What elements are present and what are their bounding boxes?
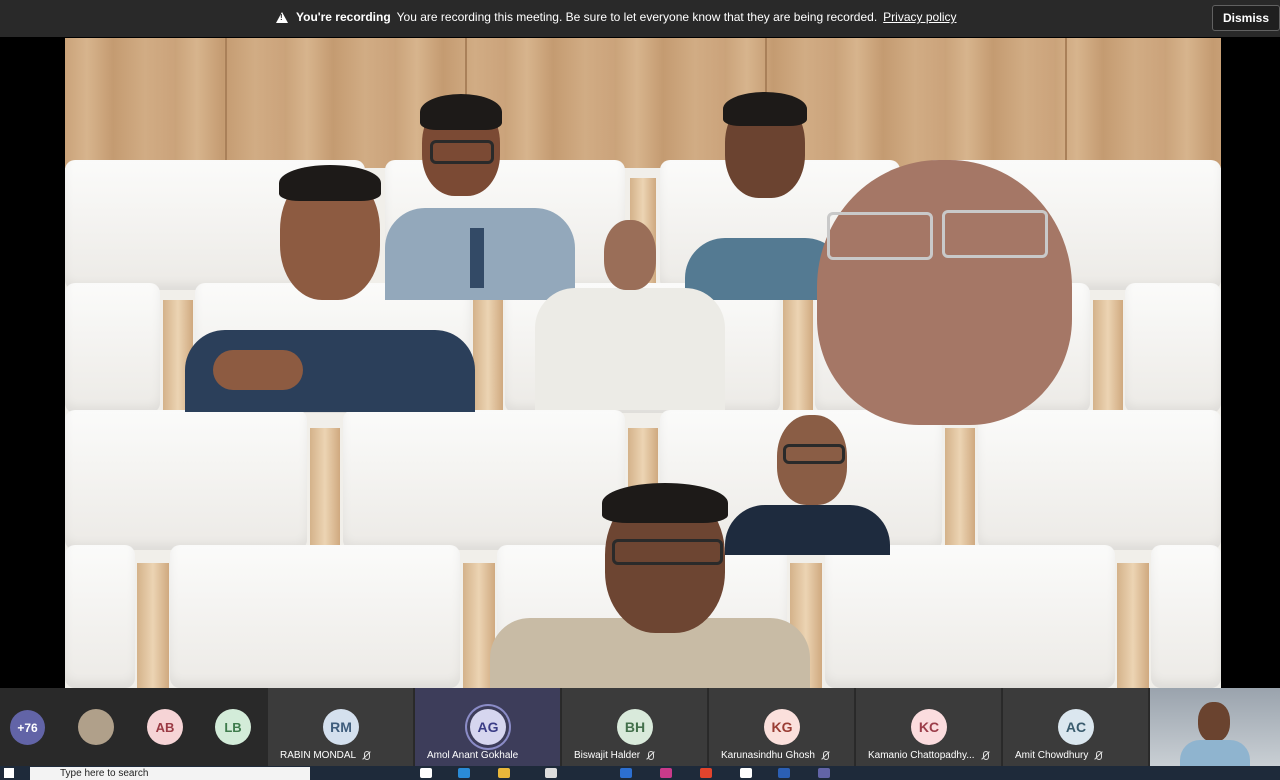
participant-name-row: Biswajit Halder <box>574 750 655 761</box>
folder-icon[interactable] <box>498 768 510 778</box>
wall-seam <box>1065 38 1067 168</box>
glasses <box>783 444 845 464</box>
store-icon[interactable] <box>545 768 557 778</box>
participant-name: Karunasindhu Ghosh <box>721 750 815 761</box>
mic-off-icon <box>362 750 371 761</box>
participant-name-row: Amit Chowdhury <box>1015 750 1103 761</box>
wood-wall <box>65 38 1221 168</box>
dismiss-button[interactable]: Dismiss <box>1212 5 1280 31</box>
participant-tile[interactable]: KC Kamanio Chattopadhy... <box>856 688 1002 766</box>
armrest <box>1117 563 1149 688</box>
participant-tile[interactable]: AC Amit Chowdhury <box>1003 688 1149 766</box>
participant-video <box>490 483 810 688</box>
dropbox-icon[interactable] <box>740 768 752 778</box>
app-icon[interactable] <box>420 768 432 778</box>
participant-body <box>535 288 725 410</box>
glasses <box>827 212 933 260</box>
participant-tile[interactable]: KG Karunasindhu Ghosh <box>709 688 855 766</box>
taskbar-search-input[interactable]: Type here to search <box>30 767 310 780</box>
recording-banner: You're recording You are recording this … <box>0 0 1280 37</box>
participant-avatar: KG <box>764 709 800 745</box>
glasses <box>942 210 1048 258</box>
seat <box>978 410 1221 550</box>
participant-face <box>604 220 656 290</box>
mic-off-icon <box>646 750 655 761</box>
edge-icon[interactable] <box>458 768 470 778</box>
participant-avatar: RM <box>323 709 359 745</box>
armrest <box>945 428 975 548</box>
participant-name-row: Kamanio Chattopadhy... <box>868 750 989 761</box>
teams-icon[interactable] <box>818 768 830 778</box>
seat <box>170 545 460 688</box>
warning-icon <box>276 11 288 23</box>
participant-avatar: KC <box>911 709 947 745</box>
self-video-preview[interactable] <box>1150 688 1280 766</box>
self-body <box>1180 740 1250 766</box>
participant-avatar: BH <box>617 709 653 745</box>
mic-off-icon <box>1094 750 1103 761</box>
recording-text: You are recording this meeting. Be sure … <box>396 10 878 24</box>
participants-bar: +76 AB LB RM RABIN MONDAL AG Amol Anant … <box>0 688 1280 766</box>
seat <box>1125 283 1221 413</box>
privacy-policy-link[interactable]: Privacy policy <box>883 10 956 24</box>
participant-avatar[interactable]: AB <box>147 709 183 745</box>
windows-start-icon[interactable] <box>4 768 14 778</box>
participant-avatar: AC <box>1058 709 1094 745</box>
self-face <box>1198 702 1230 742</box>
seat <box>65 545 135 688</box>
participant-name: Kamanio Chattopadhy... <box>868 750 975 761</box>
participant-tile[interactable]: RM RABIN MONDAL <box>268 688 414 766</box>
together-mode-stage <box>65 38 1221 688</box>
recording-title: You're recording <box>296 10 391 24</box>
mic-off-icon <box>821 750 829 761</box>
word-icon[interactable] <box>778 768 790 778</box>
participant-video <box>185 160 475 412</box>
participant-video <box>530 218 725 410</box>
participant-hair <box>420 94 502 130</box>
armrest <box>783 300 813 412</box>
participant-hair <box>723 92 807 126</box>
participant-name: Amit Chowdhury <box>1015 750 1089 761</box>
windows-taskbar: Type here to search <box>0 766 1280 780</box>
participant-name-row: RABIN MONDAL <box>280 750 371 761</box>
more-participants-badge[interactable]: +76 <box>10 710 45 745</box>
participant-avatar[interactable]: LB <box>215 709 251 745</box>
participant-name: Biswajit Halder <box>574 750 641 761</box>
chrome-icon[interactable] <box>700 768 712 778</box>
participant-tile[interactable]: BH Biswajit Halder <box>562 688 708 766</box>
participant-hair <box>279 165 381 201</box>
seat <box>65 283 160 413</box>
participant-name-row: Amol Anant Gokhale <box>427 750 518 761</box>
participant-name: RABIN MONDAL <box>280 750 357 761</box>
seat <box>1151 545 1221 688</box>
participant-hand <box>213 350 303 390</box>
mic-off-icon <box>981 750 989 761</box>
participant-hair <box>602 483 728 523</box>
app-icon[interactable] <box>620 768 632 778</box>
armrest <box>310 428 340 548</box>
seat <box>65 410 307 550</box>
app-icon[interactable] <box>660 768 672 778</box>
seat <box>825 545 1115 688</box>
participant-tile[interactable]: AG Amol Anant Gokhale <box>415 688 561 766</box>
participant-avatar: AG <box>470 709 506 745</box>
participant-avatar-photo[interactable] <box>78 709 114 745</box>
glasses <box>612 539 723 565</box>
participant-face <box>817 160 1072 425</box>
armrest <box>1093 300 1123 412</box>
armrest <box>137 563 169 688</box>
wall-seam <box>225 38 227 168</box>
participant-name-row: Karunasindhu Ghosh <box>721 750 829 761</box>
recording-message: You're recording You are recording this … <box>276 10 957 24</box>
participant-name: Amol Anant Gokhale <box>427 750 519 761</box>
participant-video <box>817 160 1077 425</box>
armrest <box>473 300 503 412</box>
